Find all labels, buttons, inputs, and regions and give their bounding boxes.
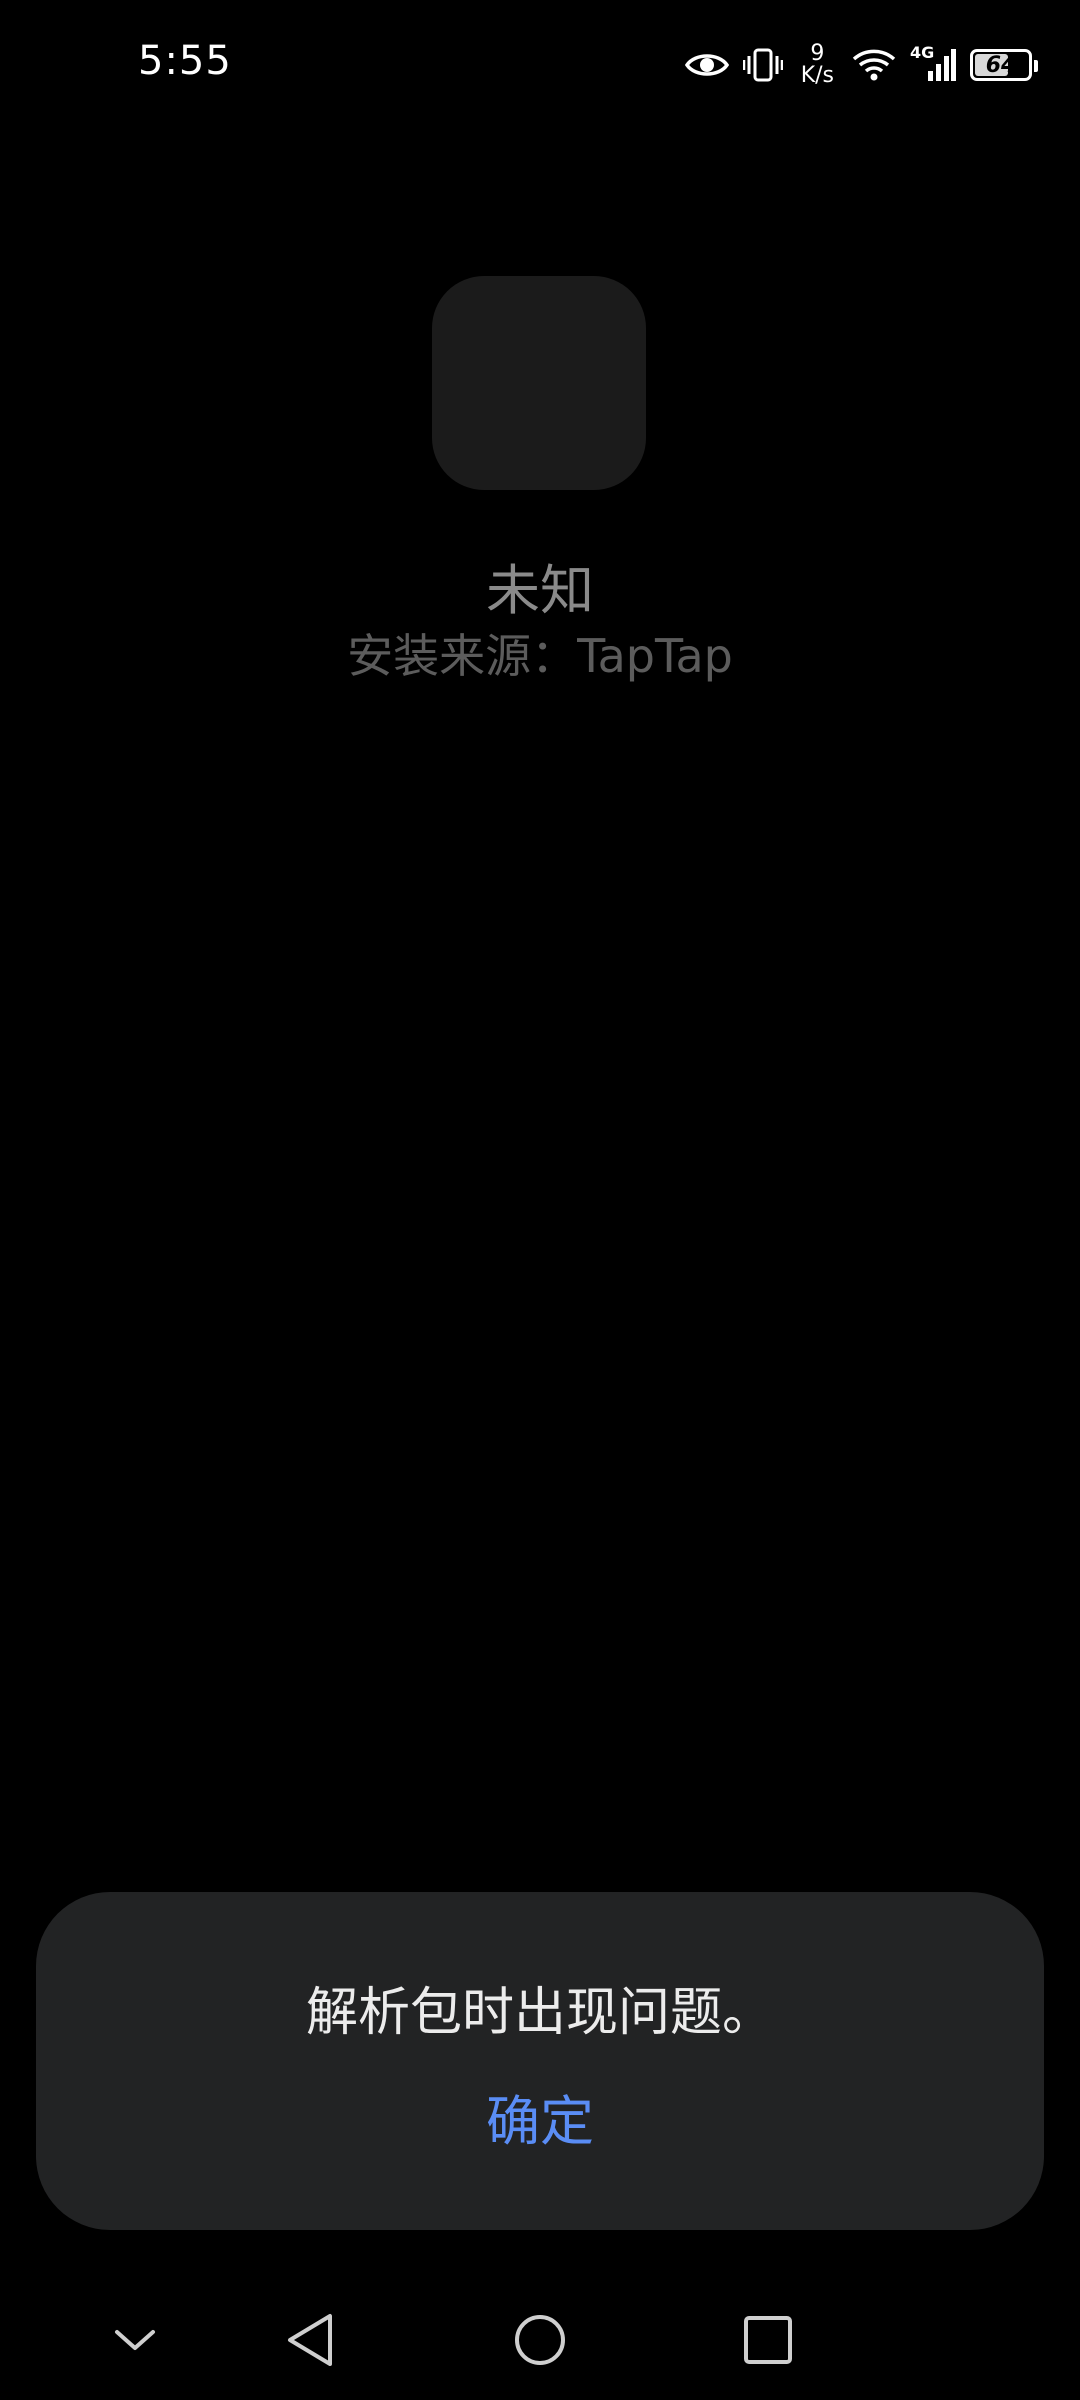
wifi-icon (852, 47, 896, 83)
status-time: 5:55 (138, 38, 232, 84)
status-bar: 5:55 9 K/s 4G 64 (0, 0, 1080, 130)
cellular-signal-icon: 4G (910, 43, 956, 83)
dialog-message: 解析包时出现问题。 (305, 1983, 774, 2043)
app-name: 未知 (486, 559, 594, 622)
home-icon[interactable] (480, 2280, 600, 2400)
confirm-button[interactable]: 确定 (440, 2082, 640, 2162)
battery-level: 64 (985, 52, 1017, 78)
net-speed-unit: K/s (800, 63, 834, 88)
back-icon[interactable] (250, 2280, 370, 2400)
eye-icon (684, 50, 729, 80)
install-source: 安装来源：TapTap (347, 629, 733, 683)
net-speed: 9 K/s (801, 43, 834, 87)
error-dialog: 解析包时出现问题。 确定 (36, 1892, 1044, 2230)
status-icons: 9 K/s 4G 64 (684, 36, 1038, 94)
net-speed-value: 9 (810, 41, 825, 66)
navigation-bar (0, 2280, 1080, 2400)
battery-icon: 64 (970, 49, 1038, 81)
chevron-down-icon[interactable] (75, 2280, 195, 2400)
network-type-label: 4G (910, 43, 935, 62)
vibrate-icon (742, 48, 783, 82)
app-icon-placeholder (432, 276, 646, 490)
recents-icon[interactable] (708, 2280, 828, 2400)
